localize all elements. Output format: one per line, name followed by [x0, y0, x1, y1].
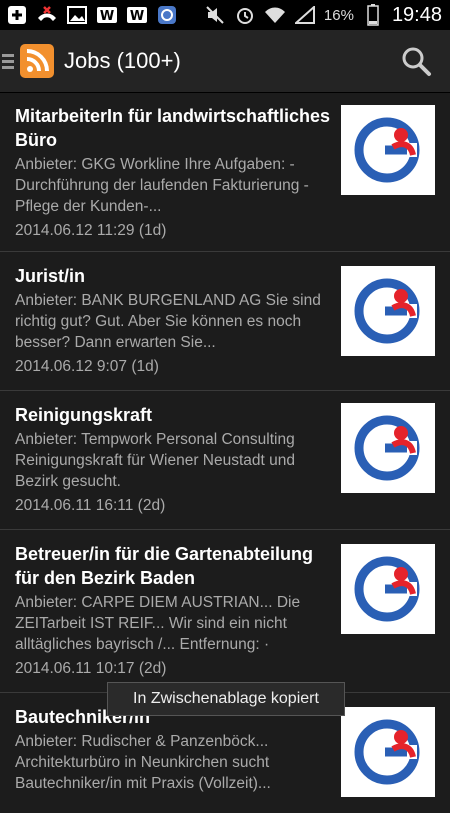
missed-call-icon — [36, 5, 58, 25]
alarm-icon — [234, 5, 256, 25]
company-logo — [341, 403, 435, 493]
page-title: Jobs (100+) — [64, 48, 181, 73]
w-icon: W — [96, 5, 118, 25]
svg-text:W: W — [100, 9, 114, 24]
plus-icon — [6, 5, 28, 25]
battery-percent: 16% — [323, 6, 354, 24]
wifi-icon — [264, 5, 286, 25]
status-bar: W W 16% 19:48 — [0, 0, 450, 30]
picture-icon — [66, 5, 88, 25]
job-title: Jurist/in — [15, 266, 86, 286]
toast-message: In Zwischenablage kopiert — [107, 682, 345, 716]
job-description: Anbieter: BANK BURGENLAND AG Sie sind ri… — [15, 292, 321, 351]
search-icon[interactable] — [400, 45, 432, 77]
signal-icon — [294, 5, 316, 25]
drawer-toggle-icon[interactable] — [2, 53, 14, 69]
battery-icon — [362, 4, 384, 26]
company-logo — [341, 707, 435, 797]
w-icon: W — [126, 5, 148, 25]
job-description: Anbieter: Tempwork Personal Consulting R… — [15, 431, 296, 490]
job-title: Betreuer/in für die Gartenabteilung für … — [15, 544, 314, 588]
job-date: 2014.06.12 9:07 (1d) — [15, 358, 159, 375]
job-title: MitarbeiterIn für landwirtschaftliches B… — [15, 106, 331, 150]
app-icon — [156, 5, 178, 25]
job-description: Anbieter: Rudischer & Panzenböck... Arch… — [15, 733, 271, 792]
list-item[interactable]: MitarbeiterIn für landwirtschaftliches B… — [0, 93, 450, 252]
clock: 19:48 — [391, 3, 442, 26]
company-logo — [341, 105, 435, 195]
svg-text:W: W — [130, 9, 144, 24]
job-date: 2014.06.11 10:17 (2d) — [15, 660, 167, 677]
job-date: 2014.06.12 11:29 (1d) — [15, 222, 167, 239]
mute-icon — [204, 5, 226, 25]
job-title: Reinigungskraft — [15, 405, 153, 425]
job-date: 2014.06.11 16:11 (2d) — [15, 497, 166, 514]
list-item[interactable]: Reinigungskraft Anbieter: Tempwork Perso… — [0, 391, 450, 530]
list-item[interactable]: Betreuer/in für die Gartenabteilung für … — [0, 530, 450, 693]
job-description: Anbieter: CARPE DIEM AUSTRIAN... Die ZEI… — [15, 594, 301, 653]
list-item[interactable]: Jurist/in Anbieter: BANK BURGENLAND AG S… — [0, 252, 450, 391]
job-description: Anbieter: GKG Workline Ihre Aufgaben: - … — [15, 156, 309, 215]
rss-icon[interactable] — [20, 44, 54, 78]
company-logo — [341, 544, 435, 634]
company-logo — [341, 266, 435, 356]
action-bar: Jobs (100+) — [0, 30, 450, 93]
